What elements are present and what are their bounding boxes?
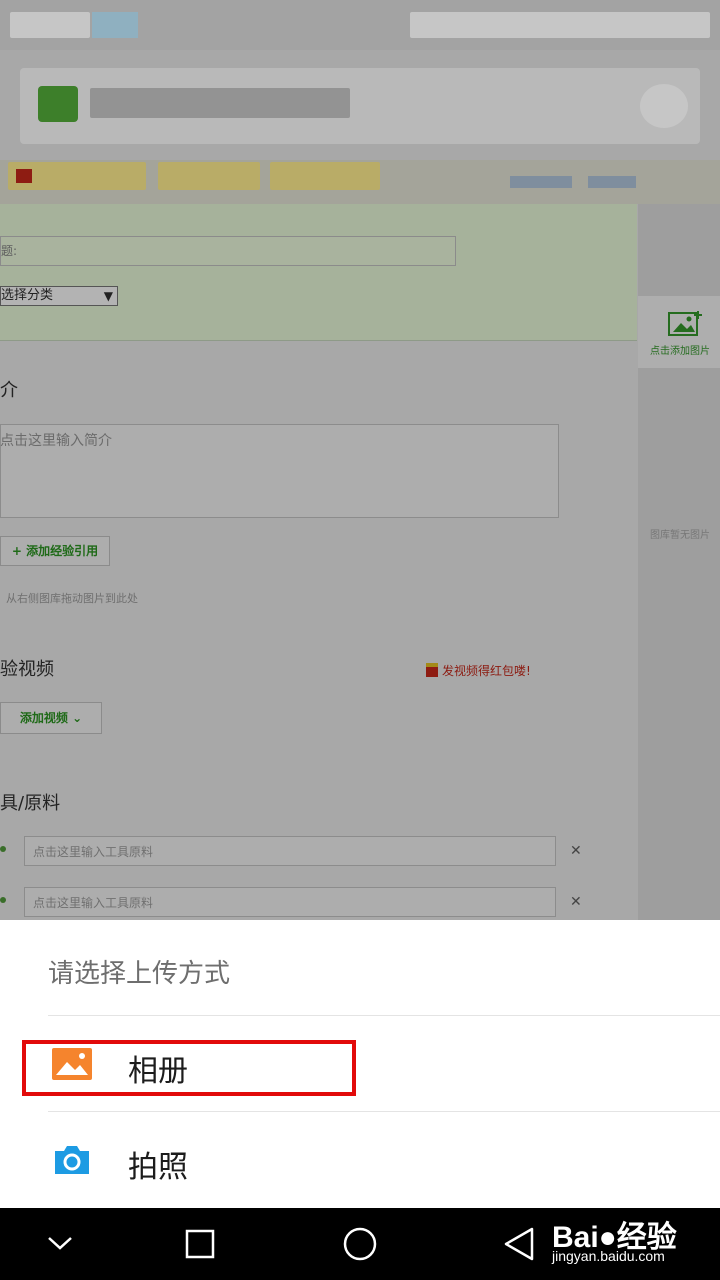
browser-menu-icon[interactable] [640, 84, 688, 128]
camera-icon [55, 1146, 89, 1174]
add-video-button[interactable]: 添加视频 ⌄ [0, 702, 102, 734]
gift-icon [16, 169, 32, 183]
tool-input-1[interactable]: 点击这里输入工具原料 [24, 836, 556, 866]
bullet-icon [0, 897, 6, 903]
chevron-down-icon: ⌄ [72, 711, 83, 725]
status-bar [0, 0, 720, 50]
intro-heading: 介 [0, 380, 18, 401]
remove-icon[interactable]: ✕ [570, 894, 582, 910]
option-camera-label: 拍照 [128, 1150, 188, 1185]
add-video-label: 添加视频 [19, 711, 68, 725]
hide-keyboard-icon[interactable] [46, 1232, 74, 1252]
category-select[interactable]: 选择分类 ▼ [0, 286, 118, 306]
drag-hint: 从右侧图库拖动图片到此处 [6, 592, 138, 605]
bullet-icon [0, 846, 6, 852]
video-heading: 验视频 [0, 659, 54, 680]
video-prize-link[interactable]: 发视频得红包喽! [426, 662, 531, 679]
add-image-icon [668, 311, 702, 336]
address-text-blur [90, 88, 350, 118]
highlight-box [22, 1040, 356, 1096]
title-input[interactable]: 题: [0, 236, 456, 266]
tool-input-2[interactable]: 点击这里输入工具原料 [24, 887, 556, 917]
recent-apps-icon[interactable] [184, 1228, 216, 1260]
title-panel [0, 204, 637, 341]
toolbar-chip-2[interactable] [158, 162, 260, 190]
toolbar-chip-3[interactable] [270, 162, 380, 190]
red-envelope-icon [426, 663, 438, 677]
video-prize-text: 发视频得红包喽! [442, 664, 531, 678]
watermark-url: jingyan.baidu.com [552, 1248, 665, 1264]
category-select-value: 选择分类 [1, 288, 54, 303]
background-page: 题: 选择分类 ▼ 点击添加图片 图库暂无图片 介 点击这里输入简介 + 添加经验… [0, 0, 720, 920]
status-left-blur [10, 12, 90, 38]
chevron-down-icon: ▼ [103, 289, 113, 303]
site-logo-icon [38, 86, 78, 122]
toolbar-link-blur-1[interactable] [510, 176, 572, 188]
back-icon[interactable] [502, 1226, 536, 1262]
gallery-empty-text: 图库暂无图片 [650, 530, 710, 541]
gallery-add-label: 点击添加图片 [650, 346, 710, 357]
add-reference-button[interactable]: + 添加经验引用 [0, 536, 110, 566]
toolbar-link-blur-2[interactable] [588, 176, 636, 188]
remove-icon[interactable]: ✕ [570, 843, 582, 859]
option-camera[interactable]: 拍照 [0, 1112, 720, 1208]
toolbar-chip-1[interactable] [8, 162, 146, 190]
sheet-title: 请选择上传方式 [48, 959, 231, 989]
tools-heading: 具/原料 [0, 793, 61, 814]
title-field-label: 题: [1, 244, 18, 258]
home-icon[interactable] [342, 1226, 378, 1262]
status-right-blur [410, 12, 710, 38]
intro-placeholder: 点击这里输入简介 [0, 433, 112, 449]
status-icons-blur [92, 12, 138, 38]
